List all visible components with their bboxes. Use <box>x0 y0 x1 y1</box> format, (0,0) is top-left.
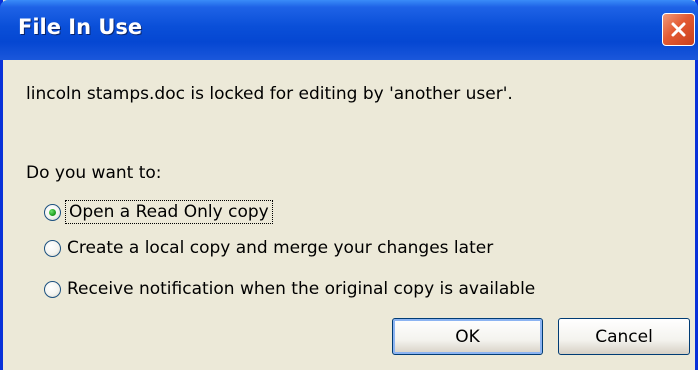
close-button[interactable] <box>662 13 695 46</box>
option-create-local-copy[interactable]: Create a local copy and merge your chang… <box>44 235 493 261</box>
option-receive-notification[interactable]: Receive notification when the original c… <box>44 276 535 302</box>
cancel-button[interactable]: Cancel <box>558 318 690 355</box>
radio-receive-notification[interactable] <box>44 280 61 298</box>
option-label: Create a local copy and merge your chang… <box>67 238 494 258</box>
option-label: Receive notification when the original c… <box>67 279 536 299</box>
radio-create-local-copy[interactable] <box>44 239 61 257</box>
file-in-use-dialog: File In Use lincoln stamps.doc is locked… <box>0 0 698 370</box>
title-bar[interactable]: File In Use <box>0 0 698 60</box>
option-open-read-only[interactable]: Open a Read Only copy <box>44 199 273 225</box>
dialog-title: File In Use <box>18 15 143 39</box>
lock-message: lincoln stamps.doc is locked for editing… <box>26 84 513 104</box>
close-icon <box>669 20 688 39</box>
options-prompt: Do you want to: <box>26 163 162 183</box>
radio-open-read-only[interactable] <box>44 203 61 221</box>
option-label: Open a Read Only copy <box>65 200 273 224</box>
ok-button[interactable]: OK <box>392 318 543 355</box>
